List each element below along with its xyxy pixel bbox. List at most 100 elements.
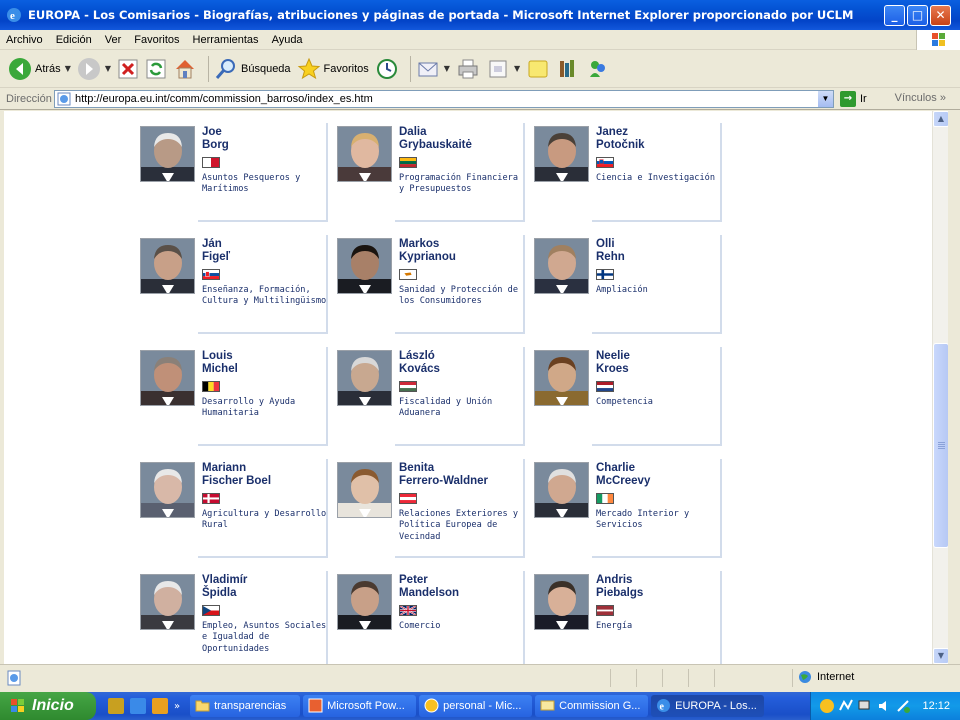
mail-button[interactable]: ▼: [416, 54, 450, 84]
commissioner-card[interactable]: Andris Piebalgs Energía: [534, 571, 724, 664]
commissioner-card[interactable]: Vladimír Špidla Empleo, Asuntos Sociales e…: [140, 571, 330, 664]
task-commission[interactable]: Commission G...: [535, 695, 649, 717]
messenger-button[interactable]: [586, 54, 610, 84]
commissioner-card[interactable]: László Kovács Fiscalidad y Unión Aduanera: [337, 347, 527, 447]
commissioner-portfolio[interactable]: Empleo, Asuntos Sociales e Igualdad de O…: [202, 621, 330, 655]
commissioner-card[interactable]: Neelie Kroes Competencia: [534, 347, 724, 447]
commissioner-name[interactable]: László Kovács: [399, 350, 440, 375]
tray-outlook-icon[interactable]: [819, 698, 835, 714]
commissioner-photo[interactable]: [140, 462, 195, 518]
clock[interactable]: 12:12: [922, 700, 950, 712]
commissioner-photo[interactable]: [337, 350, 392, 406]
commissioner-photo[interactable]: [337, 126, 392, 182]
security-zone[interactable]: Internet: [798, 670, 854, 684]
commissioner-card[interactable]: Joe Borg Asuntos Pesqueros y Marítimos: [140, 123, 330, 223]
back-dropdown-icon[interactable]: ▼: [65, 64, 71, 73]
menu-edicion[interactable]: Edición: [56, 34, 92, 46]
commissioner-photo[interactable]: [140, 238, 195, 294]
edit-dropdown-icon[interactable]: ▼: [514, 64, 520, 73]
quicklaunch-outlook-icon[interactable]: [152, 698, 168, 714]
tray-network-icon[interactable]: [857, 698, 873, 714]
scroll-up-icon[interactable]: ▲: [933, 111, 949, 127]
commissioner-photo[interactable]: [534, 350, 589, 406]
commissioner-name[interactable]: Dalia Grybauskaitė: [399, 126, 472, 151]
task-powerpoint[interactable]: Microsoft Pow...: [303, 695, 417, 717]
commissioner-name[interactable]: Peter Mandelson: [399, 574, 459, 599]
address-input[interactable]: http://europa.eu.int/comm/commission_bar…: [54, 89, 834, 108]
commissioner-card[interactable]: Charlie McCreevy Mercado Interior y Servic…: [534, 459, 724, 559]
commissioner-photo[interactable]: [534, 574, 589, 630]
tray-antivirus-icon[interactable]: [838, 698, 854, 714]
discuss-button[interactable]: [526, 54, 550, 84]
quicklaunch-more-icon[interactable]: »: [174, 701, 180, 712]
commissioner-card[interactable]: Olli Rehn Ampliación: [534, 235, 724, 335]
commissioner-photo[interactable]: [534, 238, 589, 294]
commissioner-portfolio[interactable]: Asuntos Pesqueros y Marítimos: [202, 173, 330, 196]
commissioner-card[interactable]: Janez Potočnik Ciencia e Investigación: [534, 123, 724, 223]
commissioner-portfolio[interactable]: Relaciones Exteriores y Política Europea…: [399, 509, 527, 543]
commissioner-portfolio[interactable]: Ciencia e Investigación: [596, 173, 724, 184]
commissioner-photo[interactable]: [337, 238, 392, 294]
commissioner-portfolio[interactable]: Mercado Interior y Servicios: [596, 509, 724, 532]
commissioner-photo[interactable]: [534, 462, 589, 518]
task-transparencias[interactable]: transparencias: [190, 695, 301, 717]
commissioner-name[interactable]: Mariann Fischer Boel: [202, 462, 271, 487]
commissioner-name[interactable]: Neelie Kroes: [596, 350, 630, 375]
menu-herramientas[interactable]: Herramientas: [193, 34, 259, 46]
close-button[interactable]: ✕: [930, 5, 951, 26]
commissioner-name[interactable]: Markos Kyprianou: [399, 238, 456, 263]
refresh-button[interactable]: [145, 54, 167, 84]
scroll-thumb[interactable]: [933, 343, 949, 548]
menu-archivo[interactable]: Archivo: [6, 34, 43, 46]
links-toolbar[interactable]: Vínculos »: [895, 92, 946, 104]
commissioner-name[interactable]: Joe Borg: [202, 126, 229, 151]
stop-button[interactable]: [117, 54, 139, 84]
commissioner-portfolio[interactable]: Desarrollo y Ayuda Humanitaria: [202, 397, 330, 420]
commissioner-portfolio[interactable]: Fiscalidad y Unión Aduanera: [399, 397, 527, 420]
commissioner-name[interactable]: Louis Michel: [202, 350, 238, 375]
commissioner-portfolio[interactable]: Ampliación: [596, 285, 724, 296]
commissioner-photo[interactable]: [337, 462, 392, 518]
commissioner-name[interactable]: Ján Figeľ: [202, 238, 230, 263]
start-button[interactable]: Inicio: [0, 692, 96, 720]
address-dropdown-icon[interactable]: ▼: [817, 90, 833, 107]
commissioner-name[interactable]: Janez Potočnik: [596, 126, 645, 151]
commissioner-portfolio[interactable]: Comercio: [399, 621, 527, 632]
commissioner-portfolio[interactable]: Enseñanza, Formación, Cultura y Multilin…: [202, 285, 330, 308]
tray-volume-icon[interactable]: [876, 698, 892, 714]
commissioner-name[interactable]: Olli Rehn: [596, 238, 625, 263]
quicklaunch-app-icon[interactable]: [108, 698, 124, 714]
commissioner-card[interactable]: Ján Figeľ Enseñanza, Formación, Cultura y …: [140, 235, 330, 335]
task-europa[interactable]: e EUROPA - Los...: [651, 695, 765, 717]
minimize-button[interactable]: _: [884, 5, 905, 26]
commissioner-photo[interactable]: [337, 574, 392, 630]
commissioner-name[interactable]: Charlie McCreevy: [596, 462, 650, 487]
commissioner-portfolio[interactable]: Programación Financiera y Presupuestos: [399, 173, 527, 196]
commissioner-portfolio[interactable]: Sanidad y Protección de los Consumidores: [399, 285, 527, 308]
favorites-button[interactable]: Favoritos: [297, 54, 369, 84]
scroll-down-icon[interactable]: ▼: [933, 648, 949, 664]
search-button[interactable]: Búsqueda: [214, 54, 291, 84]
quicklaunch-ie-icon[interactable]: [130, 698, 146, 714]
mail-dropdown-icon[interactable]: ▼: [444, 64, 450, 73]
history-button[interactable]: [375, 54, 399, 84]
go-button[interactable]: → Ir: [840, 90, 867, 107]
task-personal[interactable]: personal - Mic...: [419, 695, 533, 717]
commissioner-photo[interactable]: [534, 126, 589, 182]
commissioner-card[interactable]: Louis Michel Desarrollo y Ayuda Humanitari…: [140, 347, 330, 447]
commissioner-photo[interactable]: [140, 126, 195, 182]
commissioner-card[interactable]: Benita Ferrero-Waldner Relaciones Exterior…: [337, 459, 527, 559]
edit-button[interactable]: ▼: [486, 54, 520, 84]
tray-usb-icon[interactable]: [895, 698, 911, 714]
commissioner-portfolio[interactable]: Energía: [596, 621, 724, 632]
commissioner-name[interactable]: Vladimír Špidla: [202, 574, 247, 599]
commissioner-card[interactable]: Markos Kyprianou Sanidad y Protección de l…: [337, 235, 527, 335]
forward-dropdown-icon[interactable]: ▼: [105, 64, 111, 73]
back-button[interactable]: Atrás ▼: [8, 54, 71, 84]
print-button[interactable]: [456, 54, 480, 84]
commissioner-card[interactable]: Peter Mandelson Comercio: [337, 571, 527, 664]
title-bar[interactable]: e EUROPA - Los Comisarios - Biografías, …: [0, 0, 960, 30]
commissioner-photo[interactable]: [140, 574, 195, 630]
commissioner-photo[interactable]: [140, 350, 195, 406]
home-button[interactable]: [173, 54, 197, 84]
